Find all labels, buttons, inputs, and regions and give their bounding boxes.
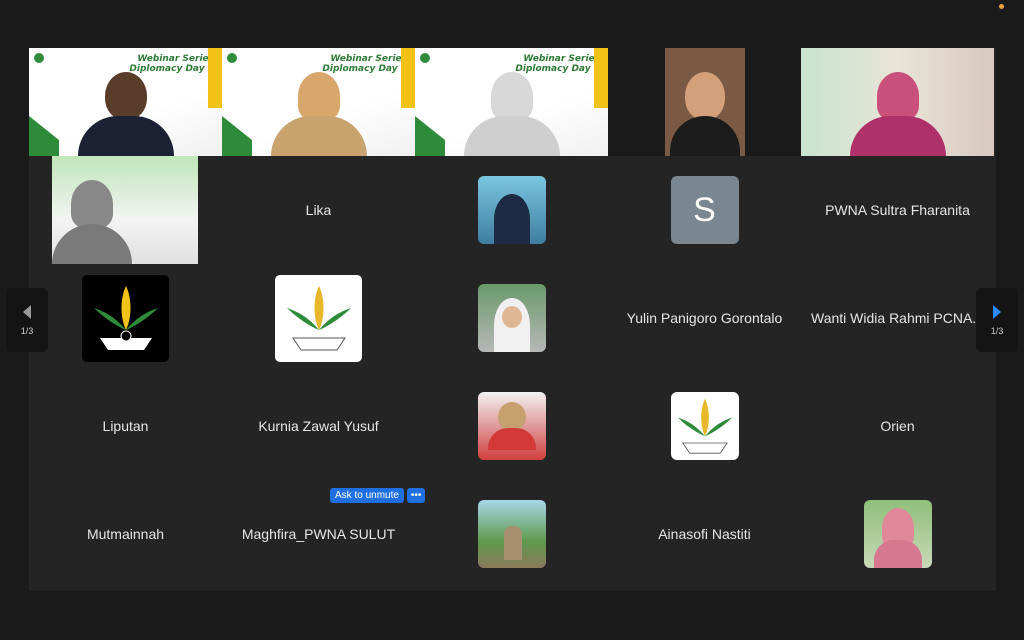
participant-tile-liputan[interactable]: Liputan xyxy=(29,372,222,480)
previous-page-button[interactable]: 1/3 xyxy=(6,288,48,352)
participant-name: Liputan xyxy=(102,418,149,434)
video-gallery: Webinar Series Diplomacy Day 1 Webinar Se… xyxy=(29,48,996,591)
ask-to-unmute-button[interactable]: Ask to unmute xyxy=(330,488,404,503)
video-tile-webinar-3[interactable]: Webinar Series Diplomacy Day 1 xyxy=(415,48,608,156)
participant-avatar xyxy=(477,176,546,244)
participant-tile-logo-dark[interactable] xyxy=(29,264,222,372)
participant-video xyxy=(52,156,198,264)
participant-tile-lika[interactable]: Lika xyxy=(222,156,415,264)
org-logo-icon xyxy=(227,53,237,63)
video-tile-webinar-speaker[interactable]: Webinar Series Diplomacy Day 1 xyxy=(29,48,222,156)
participant-tile-photo-5[interactable] xyxy=(801,480,994,588)
webinar-title: Webinar Series Diplomacy Day 1 xyxy=(322,54,407,74)
wheat-logo-icon xyxy=(286,286,351,351)
participant-tile-wanti[interactable]: Wanti Widia Rahmi PCNA... xyxy=(801,264,994,372)
participant-name: Yulin Panigoro Gorontalo xyxy=(626,310,783,326)
participant-tile-orien[interactable]: Orien xyxy=(801,372,994,480)
participant-name: Kurnia Zawal Yusuf xyxy=(258,418,379,434)
status-indicator-dot xyxy=(999,4,1004,9)
organization-logo xyxy=(275,274,362,362)
arrow-left-icon xyxy=(23,305,31,319)
participant-tile-mutmainnah[interactable]: Mutmainnah xyxy=(29,480,222,588)
org-logo-icon xyxy=(34,53,44,63)
participant-name: Wanti Widia Rahmi PCNA... xyxy=(811,310,984,326)
participant-tile-ainasofi[interactable]: Ainasofi Nastiti xyxy=(608,480,801,588)
participant-avatar xyxy=(863,500,932,568)
participant-tile-logo-small[interactable] xyxy=(608,372,801,480)
video-tile-5[interactable] xyxy=(801,48,994,156)
participant-tile-photo-4[interactable] xyxy=(415,480,608,588)
organization-logo xyxy=(670,392,739,460)
participant-tile-s[interactable]: S xyxy=(608,156,801,264)
participant-tile-yulin[interactable]: Yulin Panigoro Gorontalo xyxy=(608,264,801,372)
participant-tile-photo-2[interactable] xyxy=(415,264,608,372)
participant-name: PWNA Sultra Fharanita xyxy=(825,202,970,218)
ask-to-unmute-popup: Ask to unmute ••• xyxy=(330,488,426,503)
participant-name: Lika xyxy=(305,202,332,218)
participant-video xyxy=(801,48,994,156)
participant-initial-avatar: S xyxy=(670,176,739,244)
participant-name: Orien xyxy=(880,418,915,434)
participant-tile-logo-light[interactable] xyxy=(222,264,415,372)
participant-video xyxy=(665,48,745,156)
next-page-button[interactable]: 1/3 xyxy=(976,288,1018,352)
participant-avatar xyxy=(477,500,546,568)
org-logo-icon xyxy=(420,53,430,63)
participant-tile-photo-1[interactable] xyxy=(415,156,608,264)
participant-video: Webinar Series Diplomacy Day 1 xyxy=(415,48,608,156)
participant-name: Maghfira_PWNA SULUT xyxy=(241,526,396,542)
video-tile-webinar-2[interactable]: Webinar Series Diplomacy Day 1 xyxy=(222,48,415,156)
wheat-logo-icon xyxy=(93,286,158,350)
page-indicator: 1/3 xyxy=(990,326,1004,336)
organization-logo xyxy=(82,274,169,362)
arrow-right-icon xyxy=(993,305,1001,319)
webinar-title: Webinar Series Diplomacy Day 1 xyxy=(515,54,600,74)
participant-tile-pwna-sultra[interactable]: PWNA Sultra Fharanita xyxy=(801,156,994,264)
participant-tile-photo-3[interactable] xyxy=(415,372,608,480)
video-tile-6[interactable] xyxy=(29,156,222,264)
participant-name: Mutmainnah xyxy=(86,526,165,542)
participant-video: Webinar Series Diplomacy Day 1 xyxy=(29,48,222,156)
participant-video: Webinar Series Diplomacy Day 1 xyxy=(222,48,415,156)
more-options-button[interactable]: ••• xyxy=(406,488,426,503)
participant-avatar xyxy=(477,284,546,352)
page-indicator: 1/3 xyxy=(20,326,34,336)
webinar-title: Webinar Series Diplomacy Day 1 xyxy=(129,54,214,74)
participant-name: Ainasofi Nastiti xyxy=(658,526,751,542)
video-tile-4[interactable] xyxy=(608,48,801,156)
wheat-logo-icon xyxy=(677,398,732,454)
participant-tile-kurnia[interactable]: Kurnia Zawal Yusuf xyxy=(222,372,415,480)
participant-avatar xyxy=(477,392,546,460)
